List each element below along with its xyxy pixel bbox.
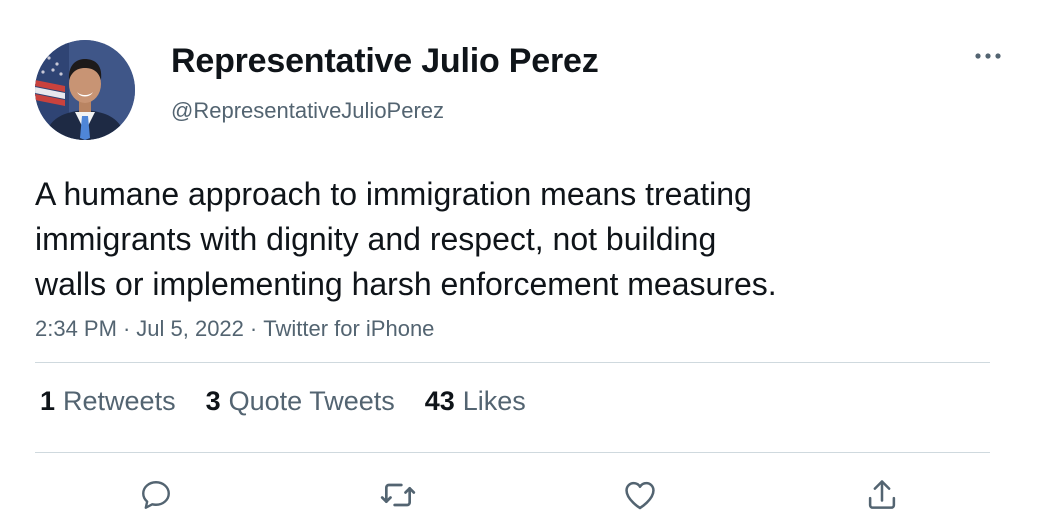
tweet-time[interactable]: 2:34 PM xyxy=(35,316,117,341)
reply-button[interactable] xyxy=(136,475,176,515)
share-button[interactable] xyxy=(862,475,902,515)
reply-icon xyxy=(142,481,170,509)
retweets-label: Retweets xyxy=(63,386,176,416)
like-button[interactable] xyxy=(620,475,660,515)
quote-tweets-label: Quote Tweets xyxy=(228,386,395,416)
divider xyxy=(35,362,990,363)
meta-separator: · xyxy=(122,316,131,341)
engagement-stats: 1 Retweets 3 Quote Tweets 43 Likes xyxy=(40,386,556,417)
retweets-count: 1 xyxy=(40,386,56,416)
retweet-icon xyxy=(380,483,416,507)
likes-stat[interactable]: 43 Likes xyxy=(425,386,526,417)
share-icon xyxy=(868,480,896,509)
quote-tweets-count: 3 xyxy=(205,386,221,416)
avatar[interactable] xyxy=(35,40,135,140)
like-icon xyxy=(625,481,655,510)
display-name[interactable]: Representative Julio Perez xyxy=(171,42,599,81)
meta-separator: · xyxy=(249,316,258,341)
retweet-button[interactable] xyxy=(378,475,418,515)
profile-photo-icon xyxy=(35,40,135,140)
retweets-stat[interactable]: 1 Retweets xyxy=(40,386,176,417)
quote-tweets-stat[interactable]: 3 Quote Tweets xyxy=(206,386,395,417)
tweet-date[interactable]: Jul 5, 2022 xyxy=(136,316,244,341)
more-options-button[interactable] xyxy=(966,40,1010,72)
action-bar xyxy=(0,475,1050,515)
tweet-source[interactable]: Twitter for iPhone xyxy=(263,316,434,341)
more-icon xyxy=(975,53,1001,59)
likes-count: 43 xyxy=(424,386,455,416)
tweet-meta: 2:34 PM · Jul 5, 2022 · Twitter for iPhone xyxy=(35,316,434,342)
likes-label: Likes xyxy=(462,386,526,416)
user-handle[interactable]: @RepresentativeJulioPerez xyxy=(171,98,444,124)
divider xyxy=(35,452,990,453)
tweet-text: A humane approach to immigration means t… xyxy=(35,176,777,302)
